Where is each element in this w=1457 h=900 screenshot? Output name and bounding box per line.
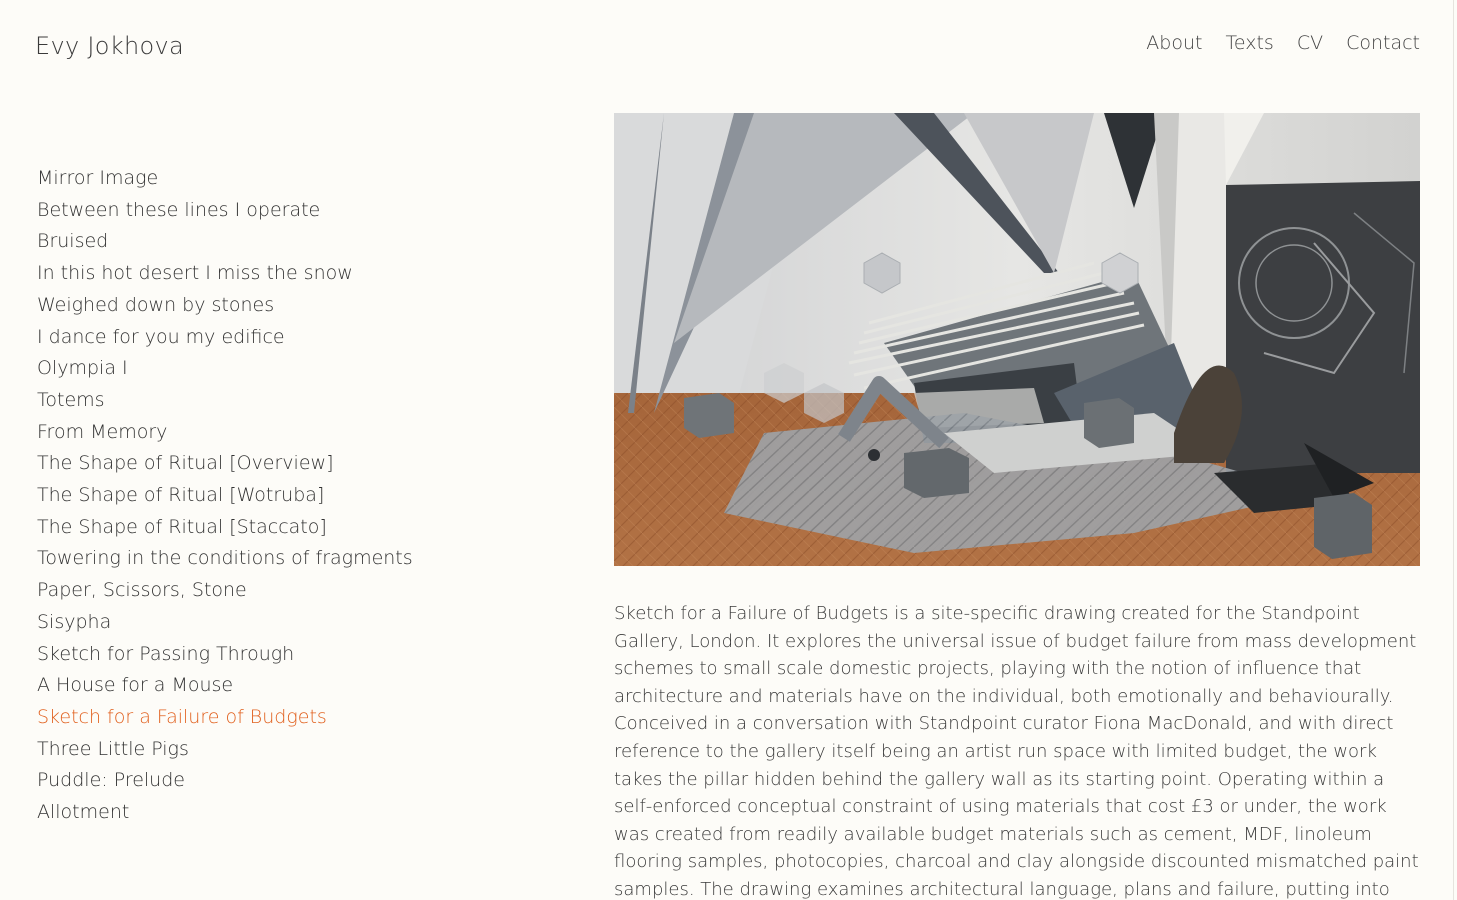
nav-texts[interactable]: Texts: [1225, 32, 1273, 54]
work-description: Sketch for a Failure of Budgets is a sit…: [614, 603, 1419, 900]
work-link-sketch-passing-through[interactable]: Sketch for Passing Through: [37, 639, 413, 671]
work-link-allotment[interactable]: Allotment: [37, 797, 413, 829]
nav-cv[interactable]: CV: [1297, 32, 1323, 54]
top-navigation: About Texts CV Contact: [1146, 32, 1420, 54]
work-link-three-little-pigs[interactable]: Three Little Pigs: [37, 734, 413, 766]
work-link-olympia-i[interactable]: Olympia I: [37, 353, 413, 385]
work-link-house-for-a-mouse[interactable]: A House for a Mouse: [37, 670, 413, 702]
work-link-paper-scissors-stone[interactable]: Paper, Scissors, Stone: [37, 575, 413, 607]
nav-contact[interactable]: Contact: [1346, 32, 1420, 54]
work-link-weighed-down[interactable]: Weighed down by stones: [37, 290, 413, 322]
work-link-shape-of-ritual-staccato[interactable]: The Shape of Ritual [Staccato]: [37, 512, 413, 544]
work-link-hot-desert[interactable]: In this hot desert I miss the snow: [37, 258, 413, 290]
artwork-installation-photo: [614, 113, 1420, 566]
work-link-sisypha[interactable]: Sisypha: [37, 607, 413, 639]
nav-about[interactable]: About: [1146, 32, 1202, 54]
work-link-mirror-image[interactable]: Mirror Image: [37, 163, 413, 195]
work-link-between-these-lines[interactable]: Between these lines I operate: [37, 195, 413, 227]
page-edge-divider: [1453, 0, 1454, 900]
work-link-shape-of-ritual-wotruba[interactable]: The Shape of Ritual [Wotruba]: [37, 480, 413, 512]
work-link-bruised[interactable]: Bruised: [37, 226, 413, 258]
work-link-shape-of-ritual-overview[interactable]: The Shape of Ritual [Overview]: [37, 448, 413, 480]
work-link-towering[interactable]: Towering in the conditions of fragments: [37, 543, 413, 575]
work-link-puddle-prelude[interactable]: Puddle: Prelude: [37, 765, 413, 797]
work-link-totems[interactable]: Totems: [37, 385, 413, 417]
works-list: Mirror Image Between these lines I opera…: [37, 163, 413, 829]
work-link-i-dance-for-you[interactable]: I dance for you my edifice: [37, 322, 413, 354]
site-title[interactable]: Evy Jokhova: [35, 32, 184, 60]
page: Evy Jokhova About Texts CV Contact Mirro…: [0, 0, 1457, 900]
work-link-failure-of-budgets-active[interactable]: Sketch for a Failure of Budgets: [37, 702, 413, 734]
work-link-from-memory[interactable]: From Memory: [37, 417, 413, 449]
